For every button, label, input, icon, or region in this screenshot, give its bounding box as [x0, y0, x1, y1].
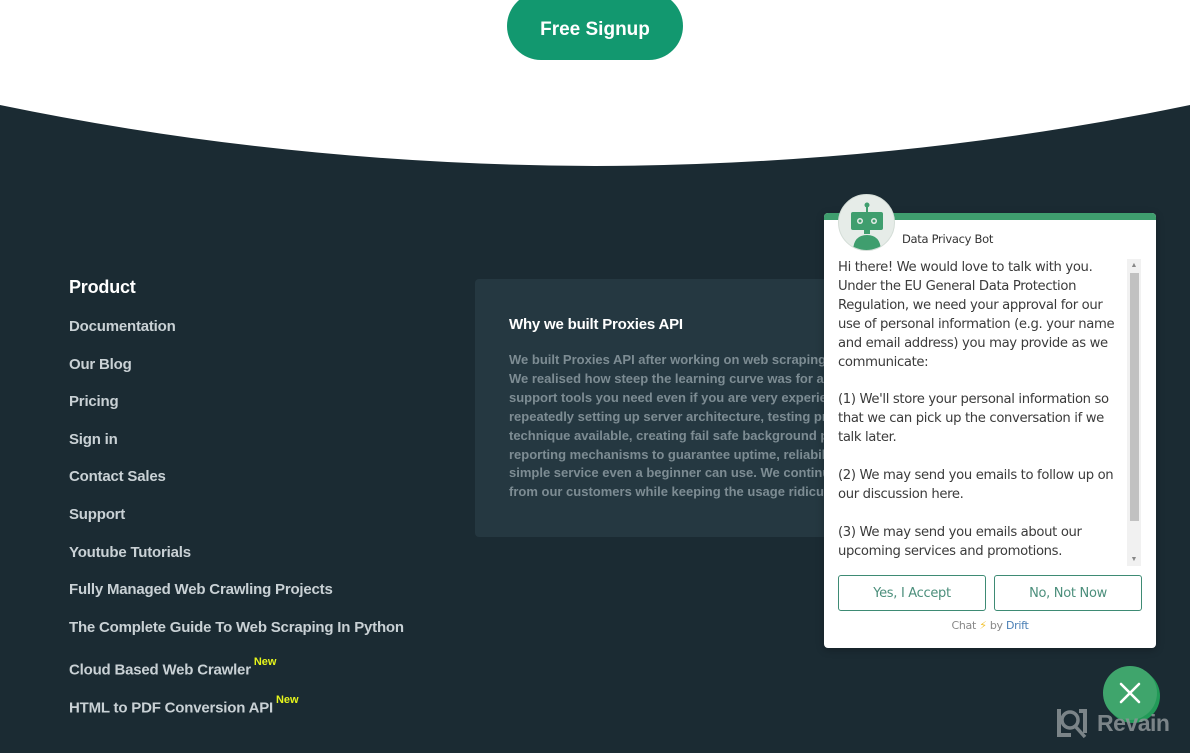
free-signup-button[interactable]: Free Signup [507, 0, 683, 60]
chat-widget: Data Privacy Bot Hi there! We would love… [824, 194, 1156, 648]
chat-paragraph: (1) We'll store your personal informatio… [838, 392, 1109, 446]
product-link-item: Support [69, 505, 404, 543]
product-link-item: Sign in [69, 430, 404, 468]
close-icon [1119, 682, 1141, 704]
powered-by-text: by [989, 619, 1003, 632]
chat-scrollbar[interactable]: ▲ ▼ [1127, 259, 1141, 566]
link-cloud-crawler[interactable]: Cloud Based Web Crawler [69, 662, 251, 679]
lightning-bolt-icon: ⚡ [979, 619, 987, 632]
scroll-thumb[interactable] [1130, 273, 1139, 521]
link-youtube-tutorials[interactable]: Youtube Tutorials [69, 544, 191, 561]
footer-product-column: Product Documentation Our Blog Pricing S… [69, 277, 404, 731]
revain-logo-icon [1057, 709, 1087, 739]
link-python-guide[interactable]: The Complete Guide To Web Scraping In Py… [69, 619, 404, 636]
product-link-item: Pricing [69, 392, 404, 430]
chat-message: Hi there! We would love to talk with you… [838, 259, 1128, 566]
powered-prefix: Chat [951, 619, 976, 632]
new-badge: New [275, 693, 299, 706]
revain-watermark: Revain [1055, 706, 1170, 740]
product-heading: Product [69, 277, 136, 297]
product-link-item: Youtube Tutorials [69, 543, 404, 581]
scroll-down-arrow-icon[interactable]: ▼ [1127, 553, 1141, 566]
product-links: Documentation Our Blog Pricing Sign in C… [69, 317, 404, 731]
decline-button[interactable]: No, Not Now [994, 575, 1142, 611]
drift-link[interactable]: Drift [1006, 619, 1029, 632]
link-support[interactable]: Support [69, 506, 125, 523]
bot-name: Data Privacy Bot [902, 232, 994, 246]
link-contact-sales[interactable]: Contact Sales [69, 468, 166, 485]
scroll-up-arrow-icon[interactable]: ▲ [1127, 259, 1141, 272]
link-our-blog[interactable]: Our Blog [69, 356, 132, 373]
why-heading: Why we built Proxies API [509, 316, 683, 333]
chat-paragraph: (3) We may send you emails about our upc… [838, 524, 1082, 559]
revain-text: Revain [1097, 709, 1170, 736]
product-link-item: Documentation [69, 317, 404, 355]
product-link-item: Fully Managed Web Crawling Projects [69, 580, 404, 618]
accept-button[interactable]: Yes, I Accept [838, 575, 986, 611]
new-badge: New [253, 656, 277, 669]
product-link-item: The Complete Guide To Web Scraping In Py… [69, 618, 404, 656]
product-link-item: Contact Sales [69, 467, 404, 505]
chat-paragraph: (2) We may send you emails to follow up … [838, 467, 1114, 502]
chat-paragraph: Hi there! We would love to talk with you… [838, 260, 1115, 370]
product-link-item: Cloud Based Web Crawler New [69, 655, 404, 693]
link-sign-in[interactable]: Sign in [69, 431, 118, 448]
link-html-to-pdf[interactable]: HTML to PDF Conversion API [69, 699, 273, 716]
link-managed-crawling[interactable]: Fully Managed Web Crawling Projects [69, 581, 333, 598]
powered-by: Chat ⚡ by Drift [824, 619, 1156, 632]
product-link-item: HTML to PDF Conversion API New [69, 693, 404, 731]
bot-avatar [838, 194, 895, 251]
robot-icon [851, 202, 883, 250]
product-link-item: Our Blog [69, 355, 404, 393]
link-pricing[interactable]: Pricing [69, 393, 119, 410]
link-documentation[interactable]: Documentation [69, 318, 176, 335]
